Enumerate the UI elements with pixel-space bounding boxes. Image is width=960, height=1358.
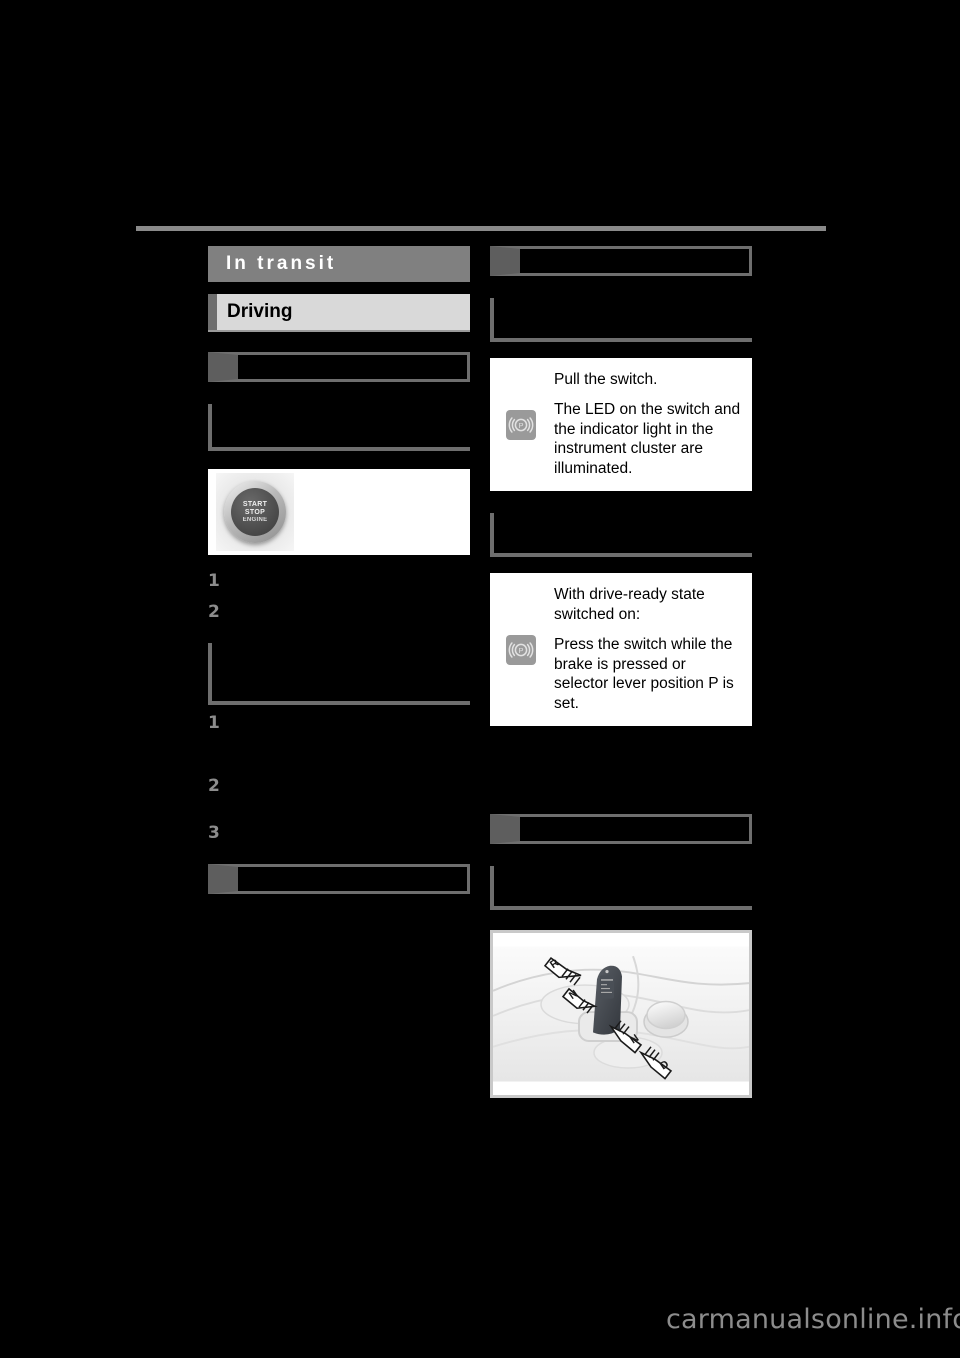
callout-pull-switch: P Pull the switch. The LED on the switch… [490, 358, 752, 492]
list-item-marker: 3 [208, 823, 220, 843]
callout-icon-slot: P [504, 634, 538, 665]
button-bezel: START STOP ENGINE [224, 481, 286, 543]
left-paragraph-bracket-1 [208, 404, 470, 451]
selector-lever-illustration: R N N D [493, 933, 749, 1096]
parking-brake-icon: P [506, 634, 536, 665]
button-face: START STOP ENGINE [231, 488, 279, 536]
right-paragraph-bracket-3 [490, 866, 752, 911]
left-column: In transit Driving START STOP ENGINE 1 2… [208, 246, 470, 894]
chapter-title-bar: In transit [208, 246, 470, 282]
section-title-bar: Driving [208, 294, 470, 330]
svg-text:P: P [518, 421, 523, 430]
chapter-title: In transit [226, 253, 337, 274]
callout-paragraph: With drive-ready state switched on: [554, 586, 705, 623]
left-paragraph-bracket-2 [208, 643, 470, 705]
list-item-marker: 1 [208, 713, 220, 733]
list-item-marker: 2 [208, 602, 220, 622]
button-label-start: START [242, 500, 268, 508]
figure-start-stop-engine: START STOP ENGINE [208, 469, 470, 555]
watermark-text: carmanualsonline.info [666, 1304, 960, 1335]
callout-body: Pull the switch. The LED on the switch a… [554, 370, 742, 479]
parking-brake-icon: P [506, 409, 536, 440]
svg-text:P: P [518, 646, 523, 655]
figure-selector-lever: R N N D [490, 930, 752, 1099]
site-watermark: carmanualsonline.info [666, 1304, 960, 1335]
header-rule [136, 226, 826, 231]
callout-paragraph: Press the switch while the brake is pres… [554, 635, 734, 713]
right-subheading-2 [490, 814, 752, 845]
section-title: Driving [227, 301, 293, 322]
list-item-marker: 1 [208, 571, 220, 591]
right-column: P Pull the switch. The LED on the switch… [490, 246, 752, 1099]
left-subheading-1 [208, 352, 470, 382]
right-paragraph-bracket-1 [490, 298, 752, 342]
callout-release-parking-brake: P With drive-ready state switched on: Pr… [490, 573, 752, 727]
callout-icon-slot: P [504, 409, 538, 440]
manual-page: In transit Driving START STOP ENGINE 1 2… [0, 0, 960, 1358]
callout-paragraph: The LED on the switch and the indicator … [554, 400, 741, 478]
button-label-engine: ENGINE [242, 516, 268, 523]
start-stop-engine-button-icon: START STOP ENGINE [216, 473, 294, 551]
callout-paragraph: Pull the switch. [554, 371, 658, 388]
list-item-marker: 2 [208, 776, 220, 796]
right-subheading-1 [490, 246, 752, 276]
button-label-stop: STOP [244, 508, 266, 516]
callout-body: With drive-ready state switched on: Pres… [554, 585, 742, 714]
left-subheading-2 [208, 864, 470, 894]
right-paragraph-bracket-2 [490, 513, 752, 558]
